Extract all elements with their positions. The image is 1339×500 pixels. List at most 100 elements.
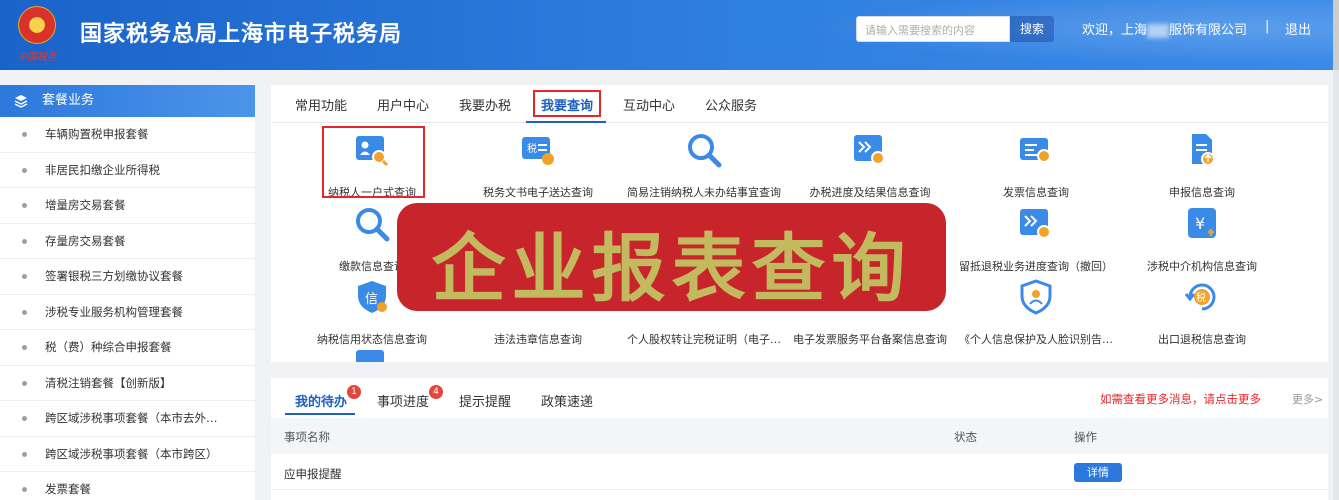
table-row: 应申报提醒 详情: [271, 454, 1328, 490]
function-label: 申报信息查询: [1169, 186, 1235, 199]
layers-icon: [14, 95, 28, 108]
overlay-banner: 企业报表查询: [397, 203, 946, 312]
progress-count-badge: 4: [429, 385, 443, 399]
tax-document-icon: 税: [522, 137, 554, 165]
tab-policy-news[interactable]: 政策速递: [541, 391, 593, 410]
tab-item-progress[interactable]: 事项进度: [377, 391, 429, 410]
welcome-suffix: 服饰有限公司: [1169, 23, 1248, 38]
function-label: 出口退税信息查询: [1158, 333, 1246, 346]
function-label: 违法违章信息查询: [494, 333, 582, 346]
row-item-name: 应申报提醒: [284, 467, 342, 481]
function-label: 个人股权转让完税证明（电子…: [627, 333, 781, 346]
tab-reminders[interactable]: 提示提醒: [459, 391, 511, 410]
sidebar-item-label: 涉税专业服务机构管理套餐: [45, 304, 183, 319]
magnifier-icon: [688, 134, 722, 168]
more-messages-notice[interactable]: 如需查看更多消息，请点击更多: [1100, 391, 1261, 407]
function-card[interactable]: 申报信息查询: [1122, 132, 1282, 202]
bullet-icon: [22, 487, 27, 492]
site-title: 国家税务总局上海市电子税务局: [80, 22, 403, 47]
bullet-icon: [22, 132, 27, 137]
function-label: 《个人信息保护及人脸识别告…: [959, 333, 1113, 346]
tab-public-services[interactable]: 公众服务: [705, 95, 757, 114]
sidebar-item[interactable]: 发票套餐: [0, 472, 255, 500]
search-input[interactable]: 请输入需要搜索的内容: [856, 16, 1010, 42]
bullet-icon: [22, 451, 27, 457]
declaration-upload-icon: [1192, 134, 1215, 166]
function-card[interactable]: 税 税务文书电子送达查询: [458, 132, 618, 202]
function-highlight-box: [322, 126, 425, 198]
logout-link[interactable]: 退出: [1285, 19, 1311, 38]
sidebar-item[interactable]: 跨区域涉税事项套餐（本市去外…: [0, 401, 255, 437]
sidebar-item[interactable]: 税（费）种综合申报套餐: [0, 330, 255, 366]
sidebar-item-label: 税（费）种综合申报套餐: [45, 340, 172, 354]
privacy-shield-icon: [1020, 279, 1052, 315]
logo-caption: 中国税务: [17, 52, 57, 63]
todo-count-badge: 1: [347, 385, 361, 399]
function-label: 留抵退税业务进度查询（撤回）: [959, 260, 1113, 273]
credit-shield-icon: 信: [358, 281, 387, 313]
active-tab-underline: [285, 413, 355, 415]
overlay-banner-text: 企业报表查询: [431, 226, 912, 312]
tab-my-todo[interactable]: 我的待办: [295, 391, 347, 410]
sidebar-item[interactable]: 增量房交易套餐: [0, 188, 255, 224]
header-separator: |: [1265, 19, 1270, 34]
yuan-agency-icon: ¥: [1188, 208, 1216, 238]
welcome-prefix: 欢迎，上海: [1082, 23, 1148, 38]
sidebar-item[interactable]: 非居民扣缴企业所得税: [0, 153, 255, 188]
sidebar-item-label: 非居民扣缴企业所得税: [45, 162, 160, 177]
function-card[interactable]: 税 出口退税信息查询: [1122, 279, 1282, 349]
function-label: 纳税信用状态信息查询: [317, 333, 427, 346]
message-panel: 我的待办 1 事项进度 4 提示提醒 政策速递 如需查看更多消息，请点击更多 更…: [271, 378, 1328, 500]
bullet-icon: [22, 345, 27, 350]
table-header: 事项名称 状态 操作: [271, 418, 1328, 454]
sidebar-item[interactable]: 清税注销套餐【创新版】: [0, 366, 255, 401]
document-icon: [356, 350, 384, 362]
column-header-name: 事项名称: [284, 430, 330, 444]
function-card[interactable]: 留抵退税业务进度查询（撤回）: [956, 206, 1116, 276]
function-label: 简易注销纳税人未办结事宜查询: [627, 186, 781, 199]
welcome-text: 欢迎，上海 服饰有限公司: [1082, 19, 1247, 38]
tab-tax-handling[interactable]: 我要办税: [459, 95, 511, 114]
bullet-icon: [22, 309, 27, 315]
tab-interaction-center[interactable]: 互动中心: [623, 95, 675, 114]
tab-highlight-box: [533, 90, 601, 117]
details-button[interactable]: 详情: [1074, 463, 1122, 482]
sidebar-item-label: 跨区域涉税事项套餐（本市跨区）: [45, 446, 218, 461]
function-card[interactable]: 办税进度及结果信息查询: [790, 132, 950, 202]
sidebar-item-label: 增量房交易套餐: [45, 198, 126, 212]
sidebar-item-label: 跨区域涉税事项套餐（本市去外…: [45, 411, 218, 425]
sidebar-item-label: 车辆购置税申报套餐: [45, 127, 149, 141]
page-scrollbar[interactable]: [1333, 0, 1339, 500]
main-tab-bar: 常用功能 用户中心 我要办税 我要查询 互动中心 公众服务: [271, 85, 1328, 123]
tax-refund-icon: 税: [1184, 283, 1216, 311]
bullet-icon: [22, 380, 27, 386]
function-card[interactable]: 发票信息查询: [956, 132, 1116, 202]
function-card[interactable]: 简易注销纳税人未办结事宜查询: [624, 132, 784, 202]
more-link[interactable]: 更多>: [1292, 391, 1323, 407]
sidebar-item[interactable]: 跨区域涉税事项套餐（本市跨区）: [0, 437, 255, 472]
tab-user-center[interactable]: 用户中心: [377, 95, 429, 114]
function-card[interactable]: 《个人信息保护及人脸识别告…: [956, 279, 1116, 349]
function-label: 涉税中介机构信息查询: [1147, 260, 1257, 273]
sidebar-item-label: 发票套餐: [45, 482, 91, 496]
bullet-icon: [22, 238, 27, 244]
tab-common-functions[interactable]: 常用功能: [295, 95, 347, 114]
bullet-icon: [22, 274, 27, 279]
magnifier-icon: [356, 208, 390, 242]
sidebar-title: 套餐业务: [42, 93, 95, 108]
function-label: 办税进度及结果信息查询: [809, 186, 931, 199]
sidebar-item-label: 清税注销套餐【创新版】: [45, 375, 172, 390]
tax-emblem-logo: 中国税务: [12, 4, 62, 64]
function-label: 发票信息查询: [1003, 186, 1069, 199]
scrollbar-thumb[interactable]: [1333, 0, 1339, 70]
sidebar-header[interactable]: 套餐业务: [0, 85, 255, 117]
sidebar-item[interactable]: 车辆购置税申报套餐: [0, 117, 255, 153]
column-header-action: 操作: [1074, 430, 1097, 444]
search-button[interactable]: 搜索: [1010, 16, 1054, 42]
sidebar-item[interactable]: 存量房交易套餐: [0, 224, 255, 259]
function-label: 税务文书电子送达查询: [483, 186, 593, 199]
sidebar-item[interactable]: 签署银税三方划缴协议套餐: [0, 259, 255, 295]
function-card[interactable]: ¥ 涉税中介机构信息查询: [1122, 206, 1282, 276]
sidebar-item[interactable]: 涉税专业服务机构管理套餐: [0, 295, 255, 330]
progress-search-icon: [854, 135, 885, 165]
